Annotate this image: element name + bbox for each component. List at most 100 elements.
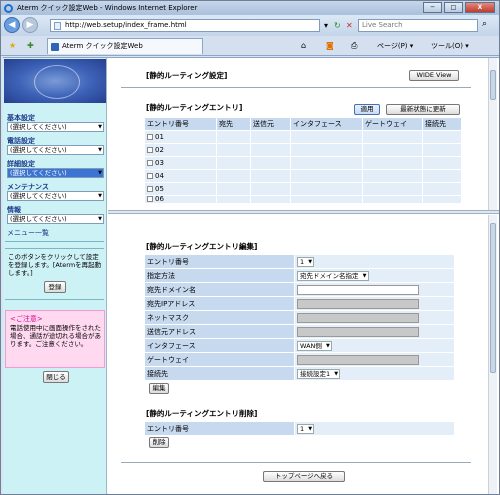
browser-window: Aterm クイック設定Web - Windows Internet Explo…	[0, 0, 500, 495]
dropdown-arrow-icon[interactable]: ▾	[324, 20, 328, 31]
column-header: インタフェース	[290, 117, 363, 131]
stop-icon[interactable]: ✕	[346, 20, 353, 31]
sidebar: 基本設定 (選択してください) 電話設定 (選択してください) 詳細設定 (選択…	[3, 58, 107, 494]
entry-number: 06	[155, 195, 164, 203]
sidebar-select-advanced[interactable]: (選択してください)	[7, 168, 104, 178]
close-window-button[interactable]: X	[465, 2, 495, 13]
form-row: エントリ番号 1	[144, 254, 455, 269]
entry-number: 05	[155, 185, 164, 193]
edit-form: エントリ番号1 指定方法宛先ドメイン名指定 宛先ドメイン名 宛先IPアドレス ネ…	[144, 254, 455, 381]
checkbox[interactable]	[147, 196, 153, 202]
form-row: 宛先IPアドレス	[144, 296, 455, 311]
caution-box: <ご注意> 電話使用中に画面操作をされた場合、通話が途切れる場合があります。ご注…	[5, 310, 105, 368]
sidebar-select-maintenance[interactable]: (選択してください)	[7, 191, 104, 201]
add-favorites-icon[interactable]: ✚	[27, 40, 34, 51]
refresh-icon[interactable]: ↻	[334, 20, 341, 31]
source-address-input	[297, 326, 419, 337]
window-title: Aterm クイック設定Web - Windows Internet Explo…	[17, 4, 198, 12]
edit-button[interactable]: 編集	[149, 383, 169, 394]
entry-cell[interactable]: 04	[144, 169, 217, 183]
lower-scrollbar[interactable]	[488, 215, 497, 494]
window-controls: ─ □ X	[423, 2, 495, 13]
menu-list-link[interactable]: メニュー一覧	[7, 228, 49, 238]
apply-button[interactable]: 適用	[354, 104, 380, 115]
column-header: エントリ番号	[144, 117, 217, 131]
favorites-star-icon[interactable]: ★	[9, 40, 16, 51]
home-icon[interactable]: ⌂	[301, 40, 306, 51]
column-header: 宛先	[216, 117, 251, 131]
page-content: 基本設定 (選択してください) 電話設定 (選択してください) 詳細設定 (選択…	[3, 57, 499, 494]
page-icon	[54, 22, 61, 30]
delete-button[interactable]: 削除	[149, 437, 169, 448]
scrollbar-thumb[interactable]	[490, 70, 496, 100]
refresh-button[interactable]: 最新状態に更新	[386, 104, 460, 115]
table-row: 02	[144, 143, 462, 157]
form-row: ネットマスク	[144, 310, 455, 325]
ip-address-input	[297, 298, 419, 309]
tools-menu[interactable]: ツール(O) ▾	[431, 41, 469, 51]
table-row: 05	[144, 182, 462, 196]
entry-cell[interactable]: 06	[144, 195, 217, 204]
sidebar-select-basic[interactable]: (選択してください)	[7, 122, 104, 132]
field-label: 送信元アドレス	[144, 324, 295, 339]
checkbox[interactable]	[147, 186, 153, 192]
tab-label: Aterm クイック設定Web	[62, 42, 143, 50]
form-row: 宛先ドメイン名	[144, 282, 455, 297]
page-menu-label: ページ(P)	[377, 42, 408, 50]
forward-button[interactable]: ▶	[22, 17, 38, 33]
entry-cell[interactable]: 01	[144, 130, 217, 144]
delete-form: エントリ番号 1	[144, 421, 455, 436]
form-row: 送信元アドレス	[144, 324, 455, 339]
back-button[interactable]: ◀	[4, 17, 20, 33]
maximize-button[interactable]: □	[444, 2, 463, 13]
form-row: 接続先 接続設定1	[144, 366, 455, 381]
delete-section-title: [静的ルーティングエントリ削除]	[146, 409, 258, 418]
caution-title: <ご注意>	[10, 315, 43, 323]
upper-scrollbar[interactable]	[488, 58, 497, 210]
frame-divider[interactable]	[108, 210, 499, 214]
url-text: http://web.setup/index_frame.html	[65, 21, 187, 29]
delete-entry-select[interactable]: 1	[297, 423, 315, 434]
interface-select[interactable]: WAN側	[297, 340, 332, 351]
scrollbar-thumb[interactable]	[490, 223, 496, 373]
section-divider	[121, 462, 471, 463]
search-input[interactable]: Live Search	[358, 19, 478, 32]
checkbox[interactable]	[147, 147, 153, 153]
print-icon[interactable]: ⎙	[351, 40, 357, 51]
entry-number: 04	[155, 172, 164, 180]
method-select[interactable]: 宛先ドメイン名指定	[297, 270, 369, 281]
back-to-top-button[interactable]: トップページへ戻る	[263, 471, 345, 482]
field-label: 宛先IPアドレス	[144, 296, 295, 311]
minimize-button[interactable]: ─	[423, 2, 442, 13]
netmask-input	[297, 312, 419, 323]
caution-text: 電話使用中に画面操作をされた場合、通話が途切れる場合があります。ご注意ください。	[10, 324, 101, 348]
main-frame: [静的ルーティング設定] WIDE View [静的ルーティングエントリ] 適用…	[108, 58, 499, 494]
entry-cell[interactable]: 03	[144, 156, 217, 170]
checkbox[interactable]	[147, 160, 153, 166]
sidebar-select-info[interactable]: (選択してください)	[7, 214, 104, 224]
sidebar-select-phone[interactable]: (選択してください)	[7, 145, 104, 155]
entry-cell[interactable]: 02	[144, 143, 217, 157]
entry-cell[interactable]: 05	[144, 182, 217, 196]
entry-number-select[interactable]: 1	[297, 256, 315, 267]
close-button[interactable]: 閉じる	[43, 371, 69, 383]
table-row: 01	[144, 130, 462, 144]
register-button[interactable]: 登録	[44, 281, 66, 293]
wide-view-button[interactable]: WIDE View	[409, 70, 459, 81]
connection-select[interactable]: 接続設定1	[297, 368, 341, 379]
table-row: 06	[144, 195, 462, 204]
tab-aterm[interactable]: Aterm クイック設定Web	[47, 38, 203, 54]
site-favicon-icon	[51, 43, 59, 51]
checkbox[interactable]	[147, 173, 153, 179]
table-row: 04	[144, 169, 462, 183]
domain-name-input[interactable]	[297, 284, 419, 295]
address-input[interactable]: http://web.setup/index_frame.html	[50, 19, 320, 32]
search-icon[interactable]: ⌕	[482, 19, 487, 29]
entry-section-title: [静的ルーティングエントリ]	[146, 103, 243, 112]
page-menu[interactable]: ページ(P) ▾	[377, 41, 413, 51]
feeds-icon[interactable]: ◙	[326, 40, 334, 51]
field-label: エントリ番号	[144, 254, 295, 269]
form-row: エントリ番号 1	[144, 421, 455, 436]
checkbox[interactable]	[147, 134, 153, 140]
page-title: [静的ルーティング設定]	[146, 71, 228, 80]
